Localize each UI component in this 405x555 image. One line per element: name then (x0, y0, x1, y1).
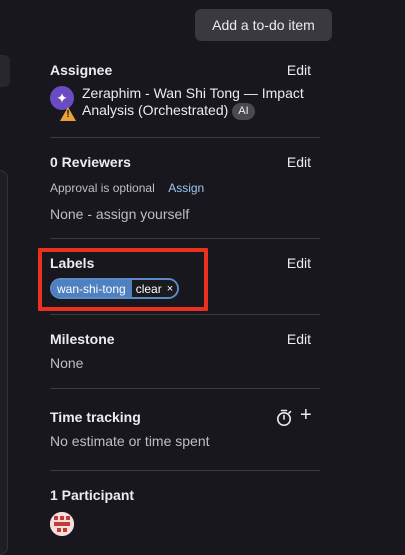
approval-row: Approval is optional Assign (50, 179, 204, 197)
milestone-title: Milestone (50, 331, 115, 347)
assignee-title: Assignee (50, 62, 113, 78)
assignee-edit-button[interactable]: Edit (287, 62, 311, 78)
assign-yourself-link[interactable]: None - assign yourself (50, 206, 189, 222)
divider (50, 137, 320, 138)
page: Add a to-do item Assignee Edit ✦ ! Zerap… (0, 0, 405, 555)
identicon-icon (50, 512, 74, 536)
content-edge-fragment (0, 55, 10, 87)
add-todo-tooltip: Add a to-do item (195, 9, 332, 41)
divider (50, 238, 320, 239)
assignee-section: Assignee Edit (50, 62, 320, 78)
labels-highlight-box (38, 248, 208, 311)
participants-section: 1 Participant (50, 487, 320, 503)
labels-edit-button[interactable]: Edit (287, 255, 311, 271)
warning-icon: ! (60, 107, 76, 121)
reviewers-section: 0 Reviewers Edit Approval is optional As… (50, 154, 320, 222)
divider (50, 388, 320, 389)
milestone-section: Milestone Edit None (50, 331, 320, 371)
assignee-name-link[interactable]: Zeraphim - Wan Shi Tong — Impact Analysi… (82, 85, 322, 120)
milestone-value: None (50, 355, 84, 371)
time-tracking-value: No estimate or time spent (50, 433, 210, 449)
assign-reviewer-link[interactable]: Assign (168, 181, 204, 195)
participants-title: 1 Participant (50, 487, 135, 503)
reviewers-edit-button[interactable]: Edit (287, 154, 311, 170)
divider (50, 470, 320, 471)
divider (50, 314, 320, 315)
approval-text: Approval is optional (50, 181, 155, 195)
assignee-name: Zeraphim - Wan Shi Tong — Impact Analysi… (82, 85, 304, 118)
ai-badge: AI (232, 102, 255, 120)
stopwatch-icon[interactable] (276, 409, 292, 427)
add-time-icon[interactable]: + (300, 405, 312, 425)
milestone-edit-button[interactable]: Edit (287, 331, 311, 347)
reviewers-title: 0 Reviewers (50, 154, 131, 170)
participant-avatar[interactable] (50, 512, 74, 536)
content-panel-edge (0, 170, 8, 555)
